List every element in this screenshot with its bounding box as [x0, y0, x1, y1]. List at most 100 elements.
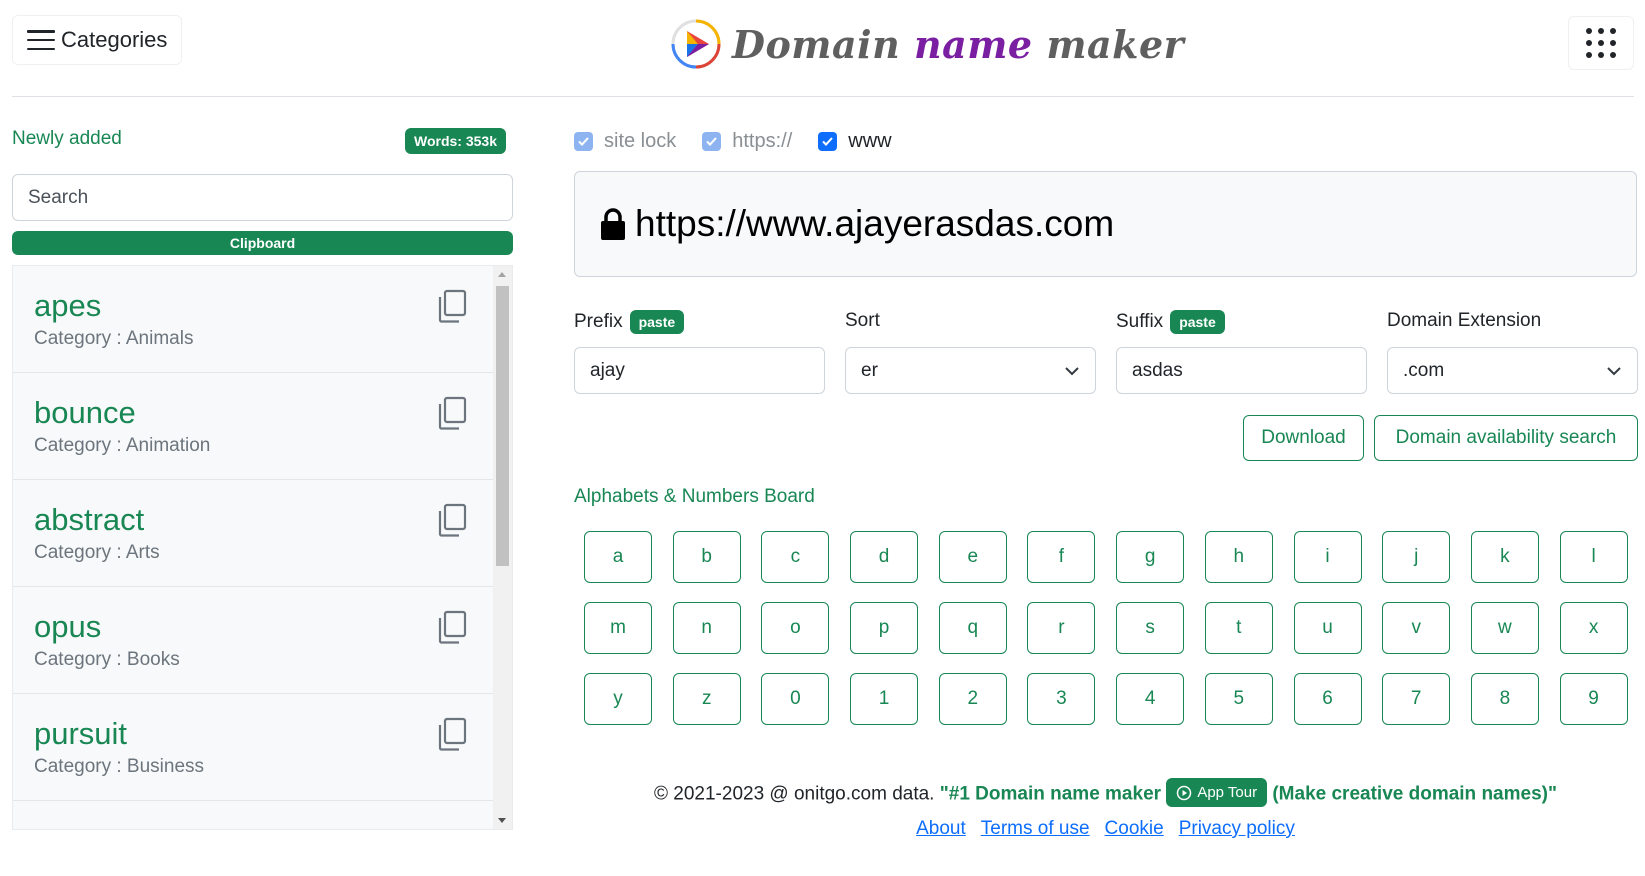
domain-availability-search-button[interactable]: Domain availability search: [1374, 415, 1638, 461]
list-item[interactable]: opus Category : Books: [13, 587, 493, 694]
board-key[interactable]: 4: [1116, 673, 1185, 725]
prefix-input[interactable]: ajay: [574, 347, 825, 394]
word-name: abstract: [34, 502, 145, 537]
list-item[interactable]: bounce Category : Animation: [13, 373, 493, 480]
copy-icon[interactable]: [437, 289, 467, 323]
board-key[interactable]: r: [1027, 602, 1096, 654]
board-key[interactable]: p: [850, 602, 919, 654]
scroll-up-icon[interactable]: [498, 272, 506, 277]
board-key[interactable]: s: [1116, 602, 1185, 654]
board-key[interactable]: o: [761, 602, 830, 654]
clipboard-button[interactable]: Clipboard: [12, 231, 513, 255]
board-key[interactable]: z: [672, 673, 741, 725]
list-scrollbar[interactable]: [493, 266, 512, 829]
board-key[interactable]: 5: [1204, 673, 1273, 725]
checkbox-check-icon[interactable]: [702, 132, 722, 151]
scrollbar-thumb[interactable]: [496, 286, 509, 566]
board-key[interactable]: w: [1470, 602, 1539, 654]
lock-icon: [601, 208, 625, 240]
word-category: Category : Arts: [34, 542, 160, 563]
board-key[interactable]: b: [672, 531, 741, 583]
board-key[interactable]: c: [761, 531, 830, 583]
board-key[interactable]: d: [850, 531, 919, 583]
board-key[interactable]: 6: [1293, 673, 1362, 725]
domain-extension-select[interactable]: .com: [1387, 347, 1638, 394]
board-key[interactable]: 8: [1470, 673, 1539, 725]
privacy-policy-link[interactable]: Privacy policy: [1179, 818, 1295, 840]
suffix-paste-button[interactable]: paste: [1170, 310, 1225, 334]
board-key[interactable]: t: [1204, 602, 1273, 654]
board-key[interactable]: f: [1027, 531, 1096, 583]
play-logo-icon: [671, 19, 721, 69]
word-category: Category : Animals: [34, 328, 194, 349]
board-key[interactable]: x: [1559, 602, 1628, 654]
app-tour-button[interactable]: App Tour: [1166, 778, 1268, 807]
prefix-paste-button[interactable]: paste: [629, 310, 685, 334]
board-key[interactable]: v: [1382, 602, 1451, 654]
board-key[interactable]: k: [1470, 531, 1539, 583]
word-category: Category : Business: [34, 756, 205, 777]
apps-grid-button[interactable]: [1568, 16, 1634, 70]
words-count-badge: Words: 353k: [405, 128, 506, 154]
header: Categories Domain name maker: [12, 0, 1634, 97]
https-checkbox[interactable]: https://: [702, 130, 792, 153]
board-key[interactable]: 9: [1559, 673, 1628, 725]
board-key[interactable]: l: [1559, 531, 1628, 583]
board-key[interactable]: y: [584, 673, 652, 725]
scroll-down-icon[interactable]: [498, 818, 506, 823]
copy-icon[interactable]: [437, 610, 467, 644]
terms-link[interactable]: Terms of use: [981, 818, 1090, 840]
board-key[interactable]: i: [1293, 531, 1362, 583]
sort-select[interactable]: er: [845, 347, 1096, 394]
board-key[interactable]: u: [1293, 602, 1362, 654]
search-input[interactable]: [12, 174, 513, 221]
word-category: Category : Animation: [34, 435, 211, 456]
generated-url-display: https://www.ajayerasdas.com: [574, 171, 1637, 277]
suffix-input[interactable]: asdas: [1116, 347, 1367, 394]
board-key[interactable]: 2: [938, 673, 1007, 725]
download-button[interactable]: Download: [1243, 415, 1364, 461]
word-list[interactable]: apes Category : Animals bounce Category : A…: [12, 265, 513, 830]
board-key[interactable]: g: [1116, 531, 1185, 583]
apps-grid-icon: [1586, 28, 1592, 34]
list-item[interactable]: pursuit Category : Business: [13, 694, 493, 801]
board-key[interactable]: j: [1382, 531, 1451, 583]
board-key[interactable]: m: [584, 602, 652, 654]
chevron-down-icon: [1065, 366, 1079, 375]
copy-icon[interactable]: [437, 396, 467, 430]
board-key[interactable]: e: [938, 531, 1007, 583]
categories-label: Categories: [61, 27, 168, 52]
word-name: bounce: [34, 395, 136, 430]
logo[interactable]: Domain name maker: [670, 18, 1184, 70]
footer-text: © 2021-2023 @ onitgo.com data. "#1 Domai…: [574, 778, 1637, 809]
board-key[interactable]: 7: [1382, 673, 1451, 725]
about-link[interactable]: About: [916, 818, 966, 840]
copy-icon[interactable]: [437, 503, 467, 537]
board-key[interactable]: h: [1204, 531, 1273, 583]
www-checkbox[interactable]: www: [818, 130, 892, 153]
board-key[interactable]: a: [584, 531, 652, 583]
list-item[interactable]: [13, 801, 493, 829]
suffix-label: Suffix paste: [1116, 310, 1225, 334]
categories-button[interactable]: Categories: [12, 15, 183, 65]
cookie-link[interactable]: Cookie: [1105, 818, 1164, 840]
board-key[interactable]: 0: [761, 673, 830, 725]
play-circle-icon: [1177, 785, 1192, 800]
board-key[interactable]: q: [938, 602, 1007, 654]
list-item[interactable]: abstract Category : Arts: [13, 480, 493, 587]
board-key[interactable]: n: [672, 602, 741, 654]
newly-added-heading: Newly added: [12, 128, 122, 149]
list-item[interactable]: apes Category : Animals: [13, 266, 493, 373]
alphanumeric-board: abcdefghijkl mnopqrstuvwx yz0123456789: [584, 531, 1628, 725]
board-key[interactable]: 3: [1027, 673, 1096, 725]
word-name: opus: [34, 609, 102, 644]
board-key[interactable]: 1: [850, 673, 919, 725]
checkbox-check-icon[interactable]: [818, 132, 838, 151]
checkbox-check-icon[interactable]: [574, 132, 593, 151]
prefix-label: Prefix paste: [574, 310, 685, 334]
board-title: Alphabets & Numbers Board: [574, 486, 815, 507]
word-name: apes: [34, 288, 102, 323]
copy-icon[interactable]: [437, 717, 467, 751]
site-lock-checkbox[interactable]: site lock: [574, 130, 676, 153]
logo-text: Domain name maker: [732, 21, 1185, 67]
